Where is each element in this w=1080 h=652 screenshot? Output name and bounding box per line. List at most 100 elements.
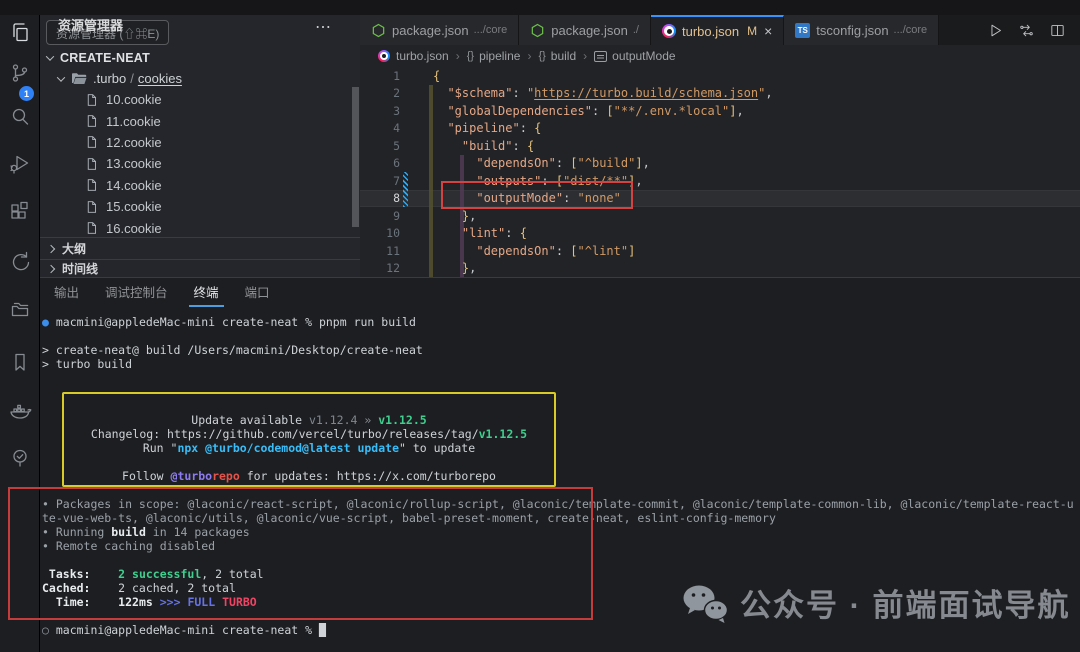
code-line-3: 3 "globalDependencies": ["**/.env.*local…	[360, 102, 1080, 120]
outline-label: 大纲	[62, 240, 86, 257]
turbo-icon	[378, 50, 390, 62]
folder-name: .turbo	[93, 71, 126, 86]
terminal-line-5	[42, 385, 1080, 399]
terminal-line-4	[42, 371, 1080, 385]
tab-detail: ./	[633, 24, 639, 36]
tree-file-11.cookie[interactable]: 11.cookie	[40, 110, 360, 131]
code-line-8: 8 "outputMode": "none"	[360, 190, 1080, 208]
modified-lines-gutter-marker	[403, 172, 408, 207]
scm-badge: 1	[19, 86, 34, 101]
open-changes-icon[interactable]	[1018, 22, 1035, 39]
breadcrumb-separator: ›	[527, 49, 531, 63]
editor-actions	[987, 15, 1080, 45]
terminal-line-14: te-vue-web-ts, @laconic/utils, @laconic/…	[42, 511, 1080, 525]
breadcrumb-file[interactable]: turbo.json	[396, 49, 449, 63]
terminal-line-9: Run "npx @turbo/codemod@latest update" t…	[62, 441, 556, 455]
watermark: 公众号 · 前端面试导航	[680, 580, 1071, 625]
panel-tab-bar: 输出调试控制台终端端口	[53, 278, 271, 305]
tab-detail: .../core	[474, 24, 508, 36]
modified-badge: M	[747, 24, 757, 38]
terminal-line-0: ● macmini@appledeMac-mini create-neat % …	[42, 315, 1080, 329]
run-debug-icon[interactable]	[8, 151, 32, 175]
terminal-line-3: > turbo build	[42, 357, 1080, 371]
timeline-section-header[interactable]: 时间线	[40, 259, 360, 277]
split-editor-icon[interactable]	[1049, 22, 1066, 39]
panel-tab-调试控制台[interactable]: 调试控制台	[104, 278, 169, 305]
file-tree-list: 10.cookie11.cookie12.cookie13.cookie14.c…	[40, 89, 360, 239]
breadcrumb-pipeline[interactable]: {} pipeline	[467, 49, 521, 63]
close-icon[interactable]: ×	[764, 23, 772, 39]
panel-tab-终端[interactable]: 终端	[193, 278, 220, 305]
terminal-line-2: > create-neat@ build /Users/macmini/Desk…	[42, 343, 1080, 357]
wechat-icon	[680, 582, 730, 624]
sidebar-title: 资源管理器	[58, 15, 123, 34]
sidebar-more-actions-button[interactable]: ⋯	[315, 17, 332, 37]
code-editor[interactable]: 1{2 "$schema": "https://turbo.build/sche…	[360, 67, 1080, 277]
tree-file-16.cookie[interactable]: 16.cookie	[40, 217, 360, 238]
object-symbol-icon: {}	[467, 50, 474, 62]
tree-file-10.cookie[interactable]: 10.cookie	[40, 89, 360, 110]
folder-name-focused: cookies	[138, 71, 182, 86]
bookmarks-icon[interactable]	[8, 350, 32, 374]
search-icon[interactable]	[8, 105, 32, 129]
tree-file-14.cookie[interactable]: 14.cookie	[40, 175, 360, 196]
terminal-line-17	[42, 553, 1080, 567]
tab-detail: .../core	[894, 24, 928, 36]
terminal-line-15: • Running build in 14 packages	[42, 525, 1080, 539]
breadcrumb-separator: ›	[456, 49, 460, 63]
sidebar-scrollbar[interactable]	[352, 87, 359, 227]
extensions-icon[interactable]	[8, 199, 32, 223]
docker-icon[interactable]	[8, 399, 32, 423]
tree-file-13.cookie[interactable]: 13.cookie	[40, 153, 360, 174]
code-line-4: 4 "pipeline": {	[360, 120, 1080, 138]
chevron-right-icon	[47, 244, 55, 252]
tab-package-json-root[interactable]: package.json ./	[519, 15, 651, 45]
tab-label: package.json	[392, 23, 469, 38]
node-package-icon	[371, 23, 386, 38]
code-line-10: 10 "lint": {	[360, 225, 1080, 243]
source-control-icon[interactable]	[8, 61, 32, 85]
tree-root-create-neat[interactable]: CREATE-NEAT	[40, 47, 360, 68]
breadcrumb: turbo.json › {} pipeline › {} build › ou…	[360, 45, 1080, 67]
activity-bar: 1	[0, 15, 40, 652]
outline-section-header[interactable]: 大纲	[40, 237, 360, 259]
breadcrumb-build[interactable]: {} build	[538, 49, 576, 63]
code-line-9: 9 },	[360, 207, 1080, 225]
editor-tab-bar: package.json .../core package.json ./ tu…	[360, 15, 1080, 45]
symbol-string-icon	[594, 51, 607, 62]
tab-label: turbo.json	[682, 24, 739, 39]
panel-tab-输出[interactable]: 输出	[53, 278, 80, 305]
chevron-down-icon	[46, 52, 54, 60]
title-bar	[0, 0, 1080, 15]
explorer-icon[interactable]	[8, 20, 32, 44]
tab-turbo-json[interactable]: turbo.json M ×	[651, 15, 784, 45]
breadcrumb-separator: ›	[583, 49, 587, 63]
timeline-label: 时间线	[62, 260, 98, 277]
chevron-down-icon	[57, 73, 65, 81]
tab-tsconfig-json[interactable]: TS tsconfig.json .../core	[784, 15, 939, 45]
project-folders-icon[interactable]	[8, 297, 32, 321]
code-line-5: 5 "build": {	[360, 137, 1080, 155]
run-file-icon[interactable]	[987, 22, 1004, 39]
code-line-1: 1{	[360, 67, 1080, 85]
code-line-7: 7 "outputs": ["dist/**"],	[360, 172, 1080, 190]
breadcrumb-outputmode[interactable]: outputMode	[594, 49, 675, 63]
terminal-line-22: ○ macmini@appledeMac-mini create-neat % …	[42, 623, 1080, 637]
folder-open-icon	[71, 72, 87, 86]
explorer-sidebar: 资源管理器 (⇧⌘E) 资源管理器 ⋯ CREATE-NEAT .turbo /…	[40, 15, 360, 277]
circular-arrow-icon[interactable]	[8, 250, 32, 274]
panel-tab-端口[interactable]: 端口	[244, 278, 271, 305]
tab-label: package.json	[551, 23, 628, 38]
tree-file-15.cookie[interactable]: 15.cookie	[40, 196, 360, 217]
terminal-line-16: • Remote caching disabled	[42, 539, 1080, 553]
node-package-icon	[530, 23, 545, 38]
todo-tree-icon[interactable]	[8, 446, 32, 470]
code-lines: 1{2 "$schema": "https://turbo.build/sche…	[360, 67, 1080, 277]
terminal-line-12	[42, 483, 1080, 497]
chevron-right-icon	[47, 264, 55, 272]
tab-package-json-core[interactable]: package.json .../core	[360, 15, 519, 45]
tree-file-12.cookie[interactable]: 12.cookie	[40, 132, 360, 153]
tree-folder-turbo-cookies[interactable]: .turbo / cookies	[40, 68, 360, 89]
turbo-icon	[662, 24, 676, 38]
terminal-line-18: Tasks: 2 successful, 2 total	[42, 567, 1080, 581]
